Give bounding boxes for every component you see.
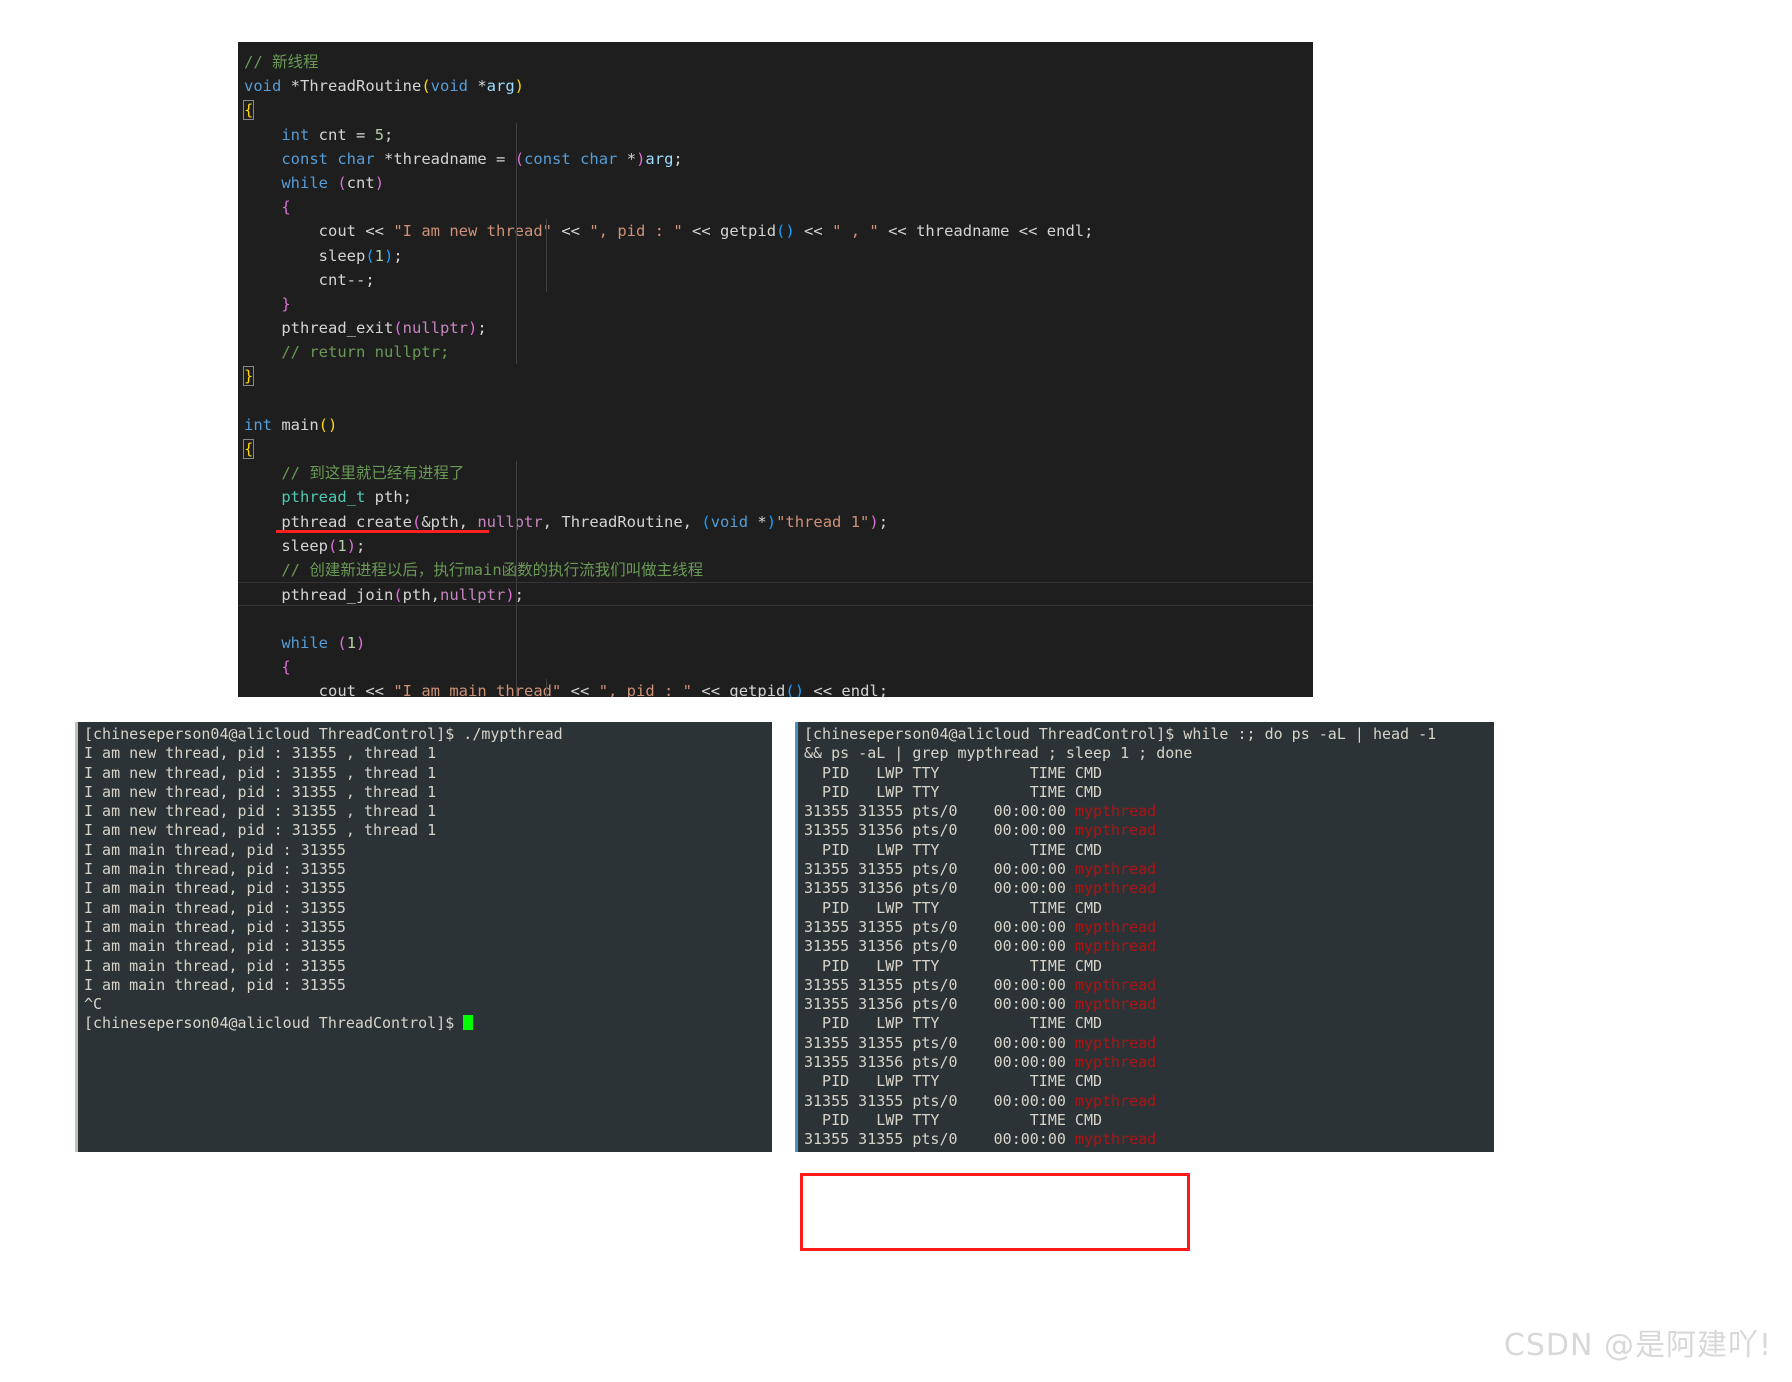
terminal-right[interactable]: [chineseperson04@alicloud ThreadControl]… — [795, 722, 1494, 1152]
process-name: mypthread — [1074, 975, 1157, 994]
terminal-line: I am main thread, pid : 31355 — [84, 956, 346, 975]
code-line: cout << "I am new thread" << ", pid : " … — [238, 219, 1313, 244]
code-line: pthread_t pth; — [238, 485, 1313, 510]
terminal-line: 31355 31355 pts/0 00:00:00 mypthread — [804, 1091, 1157, 1110]
terminal-left[interactable]: [chineseperson04@alicloud ThreadControl]… — [75, 722, 772, 1152]
terminal-line: 31355 31356 pts/0 00:00:00 mypthread — [804, 821, 1157, 840]
terminal-line: ^C — [84, 995, 103, 1014]
pthread-join-red-underline — [276, 530, 489, 533]
terminal-line: PID LWP TTY TIME CMD — [804, 1110, 1103, 1129]
terminal-line: I am main thread, pid : 31355 — [84, 975, 346, 994]
terminal-line: 31355 31355 pts/0 00:00:00 mypthread — [804, 975, 1157, 994]
code-line-current: pthread_join(pth,nullptr); — [238, 582, 1313, 607]
terminal-line: 31355 31356 pts/0 00:00:00 mypthread — [804, 879, 1157, 898]
terminal-line: PID LWP TTY TIME CMD — [804, 1014, 1103, 1033]
code-line: void *ThreadRoutine(void *arg) — [244, 77, 525, 96]
terminal-line: 31355 31355 pts/0 00:00:00 mypthread — [804, 1130, 1157, 1149]
terminal-line: [chineseperson04@alicloud ThreadControl]… — [84, 725, 563, 743]
code-line: cnt--; — [238, 267, 1313, 292]
terminal-line: PID LWP TTY TIME CMD — [804, 840, 1103, 859]
terminal-line: PID LWP TTY TIME CMD — [804, 1072, 1103, 1091]
code-line: sleep(1); — [238, 243, 1313, 268]
terminal-line: I am main thread, pid : 31355 — [84, 840, 346, 859]
terminal-line: I am main thread, pid : 31355 — [84, 917, 346, 936]
process-name: mypthread — [1074, 1091, 1157, 1110]
terminal-line: 31355 31356 pts/0 00:00:00 mypthread — [804, 937, 1157, 956]
terminal-line: 31355 31355 pts/0 00:00:00 mypthread — [804, 860, 1157, 879]
terminal-line: I am main thread, pid : 31355 — [84, 937, 346, 956]
code-line: const char *threadname = (const char *)a… — [238, 146, 1313, 171]
terminal-line: [chineseperson04@alicloud ThreadControl]… — [804, 725, 1437, 743]
process-name: mypthread — [1074, 995, 1157, 1014]
process-name: mypthread — [1074, 917, 1157, 936]
terminal-line: I am main thread, pid : 31355 — [84, 860, 346, 879]
ps-output-red-highlight-box — [800, 1173, 1190, 1251]
terminal-line: && ps -aL | grep mypthread ; sleep 1 ; d… — [804, 744, 1193, 763]
code-line: { — [242, 100, 255, 121]
code-line: { — [242, 439, 255, 459]
terminal-line: I am new thread, pid : 31355 , thread 1 — [84, 782, 437, 801]
process-name: mypthread — [1074, 879, 1157, 898]
terminal-right-output: [chineseperson04@alicloud ThreadControl]… — [798, 722, 1494, 1150]
terminal-line: I am main thread, pid : 31355 — [84, 879, 346, 898]
process-name: mypthread — [1074, 860, 1157, 879]
code-line-blank — [238, 606, 1313, 631]
terminal-line: 31355 31356 pts/0 00:00:00 mypthread — [804, 995, 1157, 1014]
terminal-line: [chineseperson04@alicloud ThreadControl]… — [78, 1014, 772, 1033]
code-line: int main() — [244, 415, 338, 434]
terminal-line: I am new thread, pid : 31355 , thread 1 — [84, 744, 437, 763]
code-line: sleep(1); — [238, 533, 1313, 558]
code-line: pthread_exit(nullptr); — [238, 316, 1313, 341]
process-name: mypthread — [1074, 1033, 1157, 1052]
code-line: // 新线程 — [244, 53, 319, 71]
code-line: int cnt = 5; — [238, 122, 1313, 147]
terminal-line: 31355 31355 pts/0 00:00:00 mypthread — [804, 917, 1157, 936]
code-line: } — [238, 291, 1313, 317]
code-line: { — [238, 654, 1313, 679]
code-line: { — [238, 195, 1313, 220]
csdn-watermark: CSDN @是阿建吖! — [1503, 1328, 1772, 1363]
terminal-line: I am main thread, pid : 31355 — [84, 898, 346, 917]
code-line: // 到这里就已经有进程了 — [238, 461, 1313, 486]
terminal-left-output: [chineseperson04@alicloud ThreadControl]… — [78, 722, 772, 1034]
terminal-line: 31355 31355 pts/0 00:00:00 mypthread — [804, 1033, 1157, 1052]
process-name: mypthread — [1074, 1053, 1157, 1072]
process-name: mypthread — [1074, 821, 1157, 840]
code-line: // return nullptr; — [238, 340, 1313, 365]
code-line: while (cnt) — [238, 170, 1313, 196]
process-name: mypthread — [1074, 937, 1157, 956]
terminal-cursor — [463, 1015, 474, 1031]
terminal-line: PID LWP TTY TIME CMD — [804, 782, 1103, 801]
terminal-line: PID LWP TTY TIME CMD — [804, 763, 1103, 782]
terminal-line: 31355 31355 pts/0 00:00:00 mypthread — [804, 802, 1157, 821]
terminal-line: I am new thread, pid : 31355 , thread 1 — [84, 802, 437, 821]
process-name: mypthread — [1074, 1130, 1157, 1149]
code-line: // 创建新进程以后，执行main函数的执行流我们叫做主线程 — [238, 557, 1313, 583]
terminal-line: PID LWP TTY TIME CMD — [804, 898, 1103, 917]
code-editor-pane[interactable]: // 新线程 void *ThreadRoutine(void *arg) { … — [238, 42, 1313, 697]
terminal-line: I am new thread, pid : 31355 , thread 1 — [84, 763, 437, 782]
code-line: while (1) — [238, 630, 1313, 655]
code-editor-content: // 新线程 void *ThreadRoutine(void *arg) { … — [238, 42, 1313, 697]
code-line: cout << "I am main thread" << ", pid : "… — [238, 678, 1313, 697]
terminal-line: 31355 31356 pts/0 00:00:00 mypthread — [804, 1053, 1157, 1072]
terminal-line: I am new thread, pid : 31355 , thread 1 — [84, 821, 437, 840]
process-name: mypthread — [1074, 802, 1157, 821]
code-line: } — [242, 366, 255, 387]
terminal-line: PID LWP TTY TIME CMD — [804, 956, 1103, 975]
